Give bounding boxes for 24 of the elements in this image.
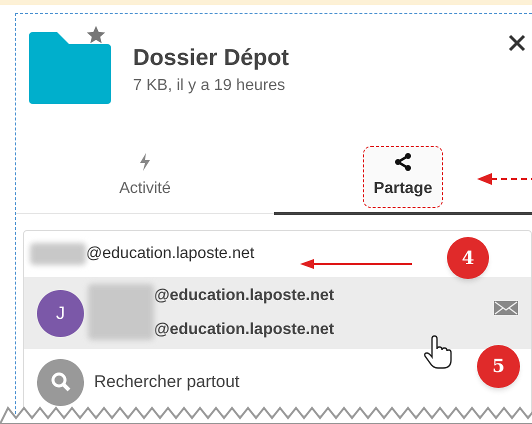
redaction-blur: [88, 284, 154, 340]
hand-cursor-icon: [424, 335, 452, 369]
panel-subtitle: 7 KB, il y a 19 heures: [133, 76, 286, 96]
avatar: J: [37, 290, 84, 336]
step-badge: 5: [477, 345, 520, 388]
suggestion-item[interactable]: J @education.laposte.net @education.laposte.net: [24, 277, 531, 349]
lightning-icon: [138, 153, 151, 171]
redaction-blur: [30, 243, 86, 265]
folder-icon: [27, 32, 111, 104]
recipient-text: @education.laposte.net: [86, 244, 254, 264]
recipient-field[interactable]: @education.laposte.net: [24, 231, 258, 277]
panel-title: Dossier Dépot: [133, 43, 289, 72]
tab[interactable]: Partage: [362, 146, 444, 208]
step-badge: 4: [447, 237, 489, 279]
email-address: @education.laposte.net: [154, 320, 334, 340]
search-icon: [37, 358, 84, 406]
star-icon[interactable]: [85, 24, 107, 46]
share-icon: [394, 153, 412, 171]
envelope-icon[interactable]: [494, 301, 518, 315]
search-everywhere-label: Rechercher partout: [94, 371, 240, 394]
search-everywhere-item[interactable]: Rechercher partout: [24, 349, 244, 415]
email-address: @education.laposte.net: [154, 286, 334, 306]
tab[interactable]: Activité: [108, 146, 182, 208]
dashed-arrow: [477, 172, 532, 186]
